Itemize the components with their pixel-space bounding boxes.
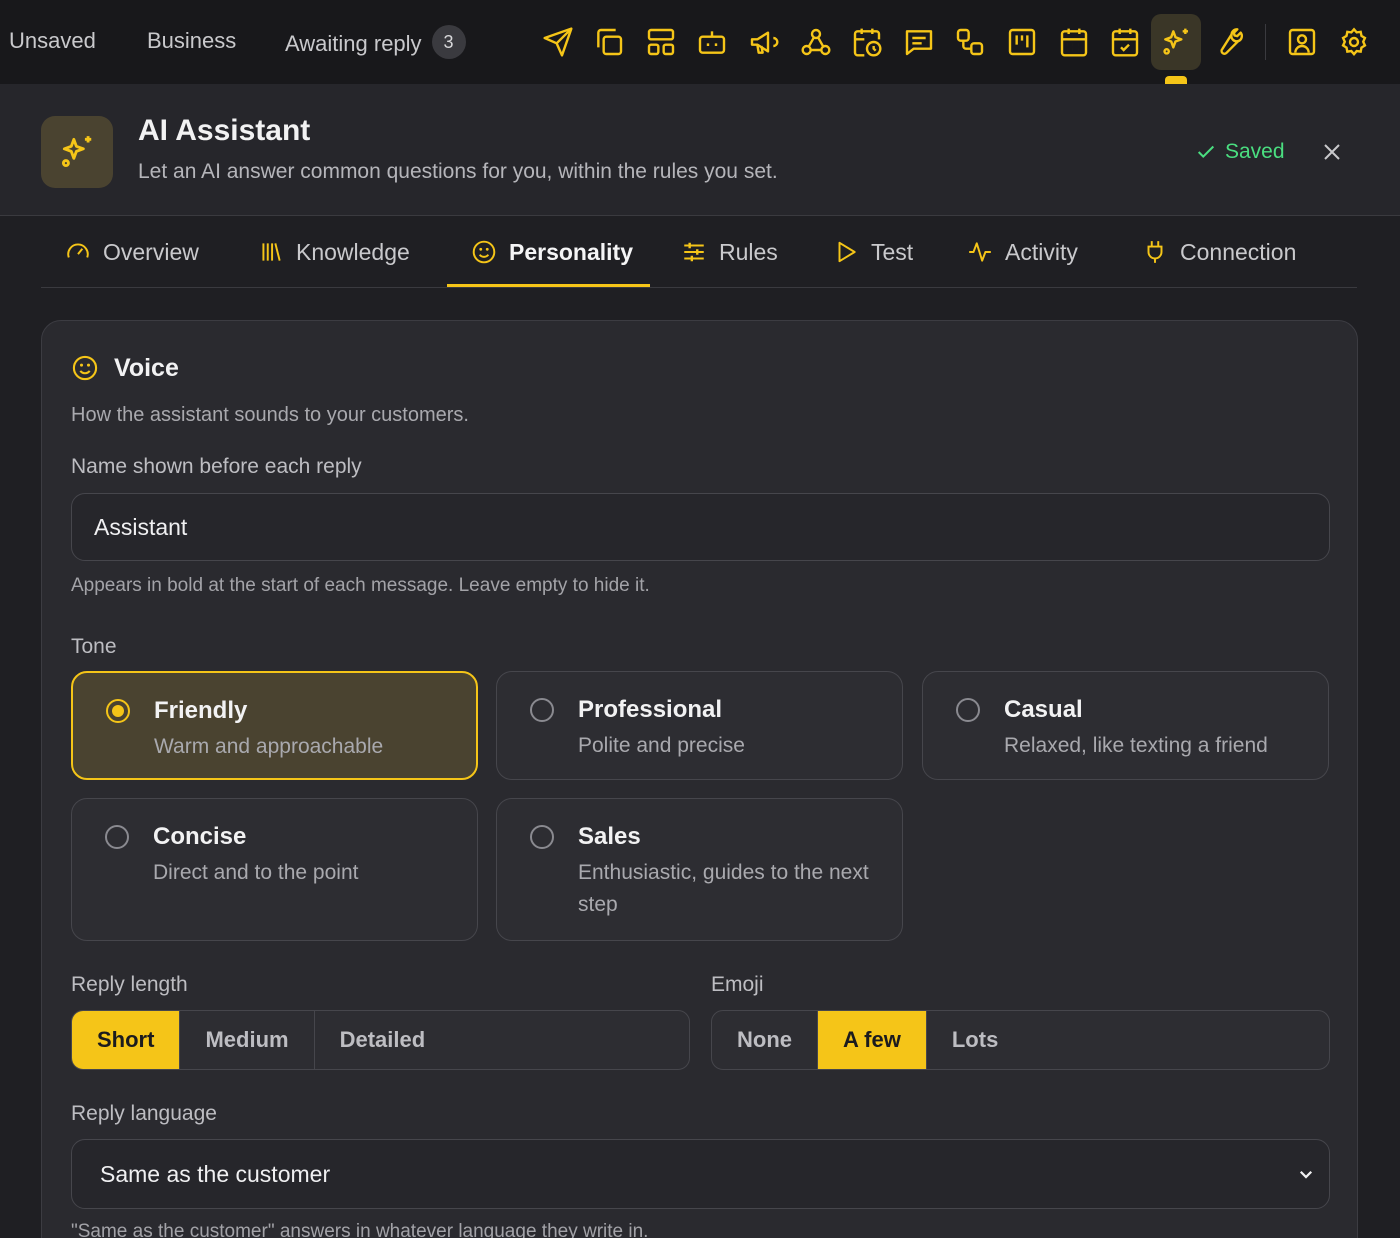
- filter-awaiting-reply[interactable]: Awaiting reply 3: [285, 25, 466, 62]
- tab-label: Test: [871, 238, 914, 265]
- smile-icon: [472, 240, 496, 264]
- reply-length-selector: Short Medium Detailed: [71, 1010, 690, 1070]
- layout-icon[interactable]: [639, 18, 683, 66]
- tab-label: Personality: [509, 238, 633, 265]
- check-icon: [1197, 145, 1215, 159]
- top-toolbar: Unsaved Business Awaiting reply 3: [0, 0, 1400, 84]
- saved-status-label: Saved: [1225, 140, 1285, 163]
- selected-language: Same as the customer: [100, 1160, 331, 1187]
- bot-icon[interactable]: [690, 18, 734, 66]
- copy-icon[interactable]: [587, 18, 631, 66]
- tone-description: Warm and approachable: [154, 735, 384, 758]
- reply-length-short[interactable]: Short: [72, 1011, 181, 1069]
- active-tab-underline: [447, 284, 650, 287]
- tab-label: Knowledge: [296, 238, 410, 265]
- tab-label: Connection: [1180, 238, 1297, 265]
- name-label: Name shown before each reply: [71, 455, 362, 478]
- tab-overview[interactable]: Overview: [65, 216, 199, 288]
- tone-description: Relaxed, like texting a friend: [1004, 734, 1268, 757]
- emoji-label: Emoji: [711, 973, 764, 996]
- ai-assistant-app-icon: [41, 116, 113, 188]
- tone-name: Professional: [578, 696, 723, 723]
- sparkles-icon[interactable]: [1151, 14, 1201, 70]
- tone-name: Sales: [578, 823, 641, 850]
- chevron-down-icon: [1299, 1170, 1313, 1179]
- tone-name: Casual: [1004, 696, 1083, 723]
- calendar-grid-icon[interactable]: [1052, 18, 1096, 66]
- activity-icon: [969, 242, 991, 262]
- section-title: Voice: [114, 354, 179, 382]
- reply-length-medium[interactable]: Medium: [180, 1011, 315, 1069]
- count-badge: 3: [431, 25, 466, 59]
- emoji-selector: None A few Lots: [711, 1010, 1330, 1070]
- close-icon: [1324, 144, 1340, 160]
- emoji-lots[interactable]: Lots: [927, 1011, 1023, 1069]
- filter-label: Awaiting reply: [285, 30, 422, 56]
- calendar-clock-icon[interactable]: [845, 18, 889, 66]
- kanban-icon[interactable]: [1000, 18, 1044, 66]
- send-icon[interactable]: [536, 18, 580, 66]
- tone-name: Friendly: [154, 697, 248, 724]
- name-input[interactable]: [71, 493, 1330, 561]
- tone-description: Polite and precise: [578, 734, 745, 757]
- tone-name: Concise: [153, 823, 247, 850]
- tab-label: Activity: [1005, 238, 1078, 265]
- tab-knowledge[interactable]: Knowledge: [258, 216, 410, 288]
- wrench-icon[interactable]: [1206, 18, 1250, 66]
- radio: [956, 698, 980, 722]
- emoji-a-few[interactable]: A few: [818, 1011, 927, 1069]
- radio: [105, 825, 129, 849]
- play-icon: [838, 241, 856, 263]
- radio-selected: [106, 699, 130, 723]
- tone-option-friendly[interactable]: Friendly Warm and approachable: [71, 671, 478, 780]
- tone-option-professional[interactable]: Professional Polite and precise: [496, 671, 903, 780]
- toolbar-divider: [1265, 24, 1266, 60]
- radio: [530, 825, 554, 849]
- saved-status: Saved: [1195, 140, 1285, 164]
- tab-rules[interactable]: Rules: [681, 216, 778, 288]
- contact-icon[interactable]: [1280, 18, 1324, 66]
- radio: [530, 698, 554, 722]
- reply-language-label: Reply language: [71, 1102, 217, 1125]
- sliders-icon: [684, 242, 704, 262]
- megaphone-icon[interactable]: [742, 18, 786, 66]
- filter-unsaved[interactable]: Unsaved: [9, 28, 96, 54]
- tab-personality[interactable]: Personality: [471, 216, 633, 288]
- tab-test[interactable]: Test: [833, 216, 913, 288]
- tab-activity[interactable]: Activity: [967, 216, 1078, 288]
- tab-connection[interactable]: Connection: [1142, 216, 1296, 288]
- tone-description: Enthusiastic, guides to the next step: [578, 861, 869, 916]
- section-description: How the assistant sounds to your custome…: [71, 404, 469, 426]
- tone-option-casual[interactable]: Casual Relaxed, like texting a friend: [922, 671, 1329, 780]
- name-hint: Appears in bold at the start of each mes…: [71, 575, 650, 596]
- smile-icon: [72, 355, 98, 381]
- message-square-icon[interactable]: [897, 18, 941, 66]
- reply-length-detailed[interactable]: Detailed: [315, 1011, 451, 1069]
- plug-icon: [1147, 241, 1163, 263]
- active-tool-indicator: [1165, 76, 1187, 84]
- language-hint: "Same as the customer" answers in whatev…: [71, 1221, 649, 1238]
- tab-label: Overview: [103, 238, 199, 265]
- voice-card: Voice How the assistant sounds to your c…: [41, 320, 1358, 1238]
- tab-bar: Overview Knowledge Personality Rules Tes…: [41, 216, 1357, 288]
- emoji-none[interactable]: None: [712, 1011, 818, 1069]
- page-title: AI Assistant: [138, 114, 311, 147]
- close-button[interactable]: [1316, 136, 1348, 168]
- library-icon: [262, 243, 281, 261]
- page-header: AI Assistant Let an AI answer common que…: [0, 84, 1400, 216]
- page-subtitle: Let an AI answer common questions for yo…: [138, 160, 778, 183]
- gauge-icon: [67, 243, 89, 258]
- calendar-check-icon[interactable]: [1103, 18, 1147, 66]
- reply-length-label: Reply length: [71, 973, 188, 996]
- webhook-icon[interactable]: [794, 18, 838, 66]
- reply-language-select[interactable]: Same as the customer: [71, 1139, 1330, 1209]
- tone-description: Direct and to the point: [153, 861, 359, 884]
- settings-icon[interactable]: [1332, 18, 1376, 66]
- tone-option-concise[interactable]: Concise Direct and to the point: [71, 798, 478, 941]
- tone-label: Tone: [71, 635, 117, 658]
- tab-label: Rules: [719, 238, 778, 265]
- workflow-icon[interactable]: [948, 18, 992, 66]
- filter-business[interactable]: Business: [147, 28, 236, 54]
- tone-option-sales[interactable]: Sales Enthusiastic, guides to the next s…: [496, 798, 903, 941]
